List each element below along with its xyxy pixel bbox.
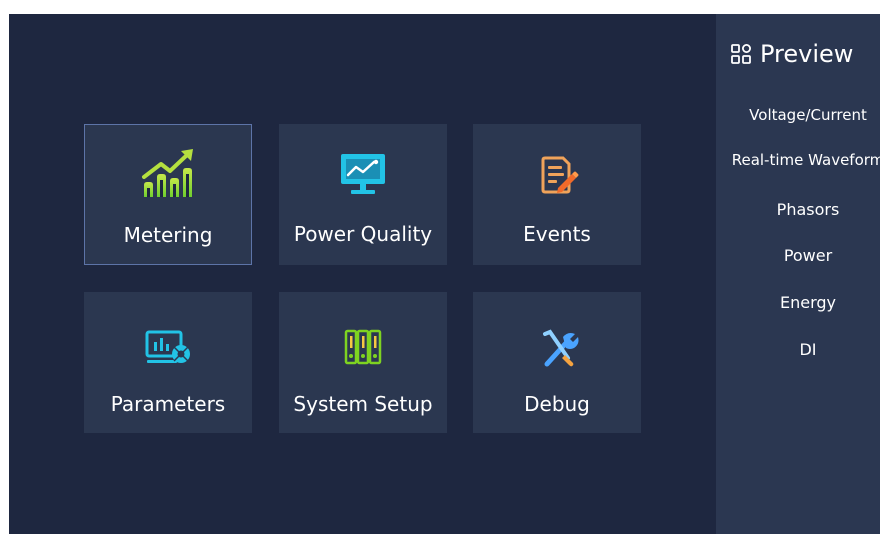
bar-chart-trend-icon bbox=[85, 145, 251, 201]
system-setup-label: System Setup bbox=[293, 392, 433, 416]
preview-title: Preview bbox=[760, 40, 854, 68]
sidebar-item-energy[interactable]: Energy bbox=[716, 293, 880, 312]
sidebar-item-phasors[interactable]: Phasors bbox=[716, 200, 880, 219]
main-menu-area: Metering Power Quality Events Parameters… bbox=[9, 14, 716, 534]
sidebar-item-realtime-waveform[interactable]: Real-time Waveform bbox=[716, 151, 880, 169]
screen-settings-icon bbox=[84, 328, 252, 368]
monitor-chart-icon bbox=[279, 144, 447, 200]
sidebar-item-di[interactable]: DI bbox=[716, 340, 880, 359]
preview-header: Preview bbox=[730, 38, 853, 70]
metering-label: Metering bbox=[123, 223, 213, 247]
sidebar-item-power[interactable]: Power bbox=[716, 246, 880, 265]
power-quality-tile[interactable]: Power Quality bbox=[279, 124, 447, 265]
tools-icon bbox=[473, 328, 641, 368]
debug-label: Debug bbox=[524, 392, 590, 416]
parameters-label: Parameters bbox=[110, 392, 226, 416]
debug-tile[interactable]: Debug bbox=[473, 292, 641, 433]
sidebar-item-voltage-current[interactable]: Voltage/Current bbox=[716, 106, 880, 124]
preview-sidebar: Preview Voltage/Current Real-time Wavefo… bbox=[716, 14, 880, 534]
events-label: Events bbox=[523, 222, 591, 246]
metering-tile[interactable]: Metering bbox=[84, 124, 252, 265]
parameters-tile[interactable]: Parameters bbox=[84, 292, 252, 433]
power-quality-label: Power Quality bbox=[293, 222, 433, 246]
binders-icon bbox=[279, 328, 447, 368]
hmi-screen: Metering Power Quality Events Parameters… bbox=[9, 14, 880, 534]
events-tile[interactable]: Events bbox=[473, 124, 641, 265]
system-setup-tile[interactable]: System Setup bbox=[279, 292, 447, 433]
grid-apps-icon bbox=[730, 43, 752, 65]
document-edit-icon bbox=[473, 144, 641, 200]
